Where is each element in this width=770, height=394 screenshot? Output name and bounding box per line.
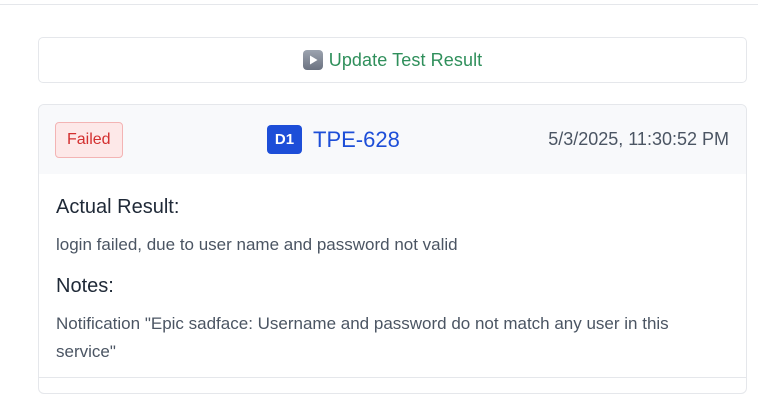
update-test-result-button[interactable]: Update Test Result: [38, 37, 747, 83]
bottom-divider: [38, 377, 747, 378]
issue-key-link[interactable]: TPE-628: [313, 127, 400, 153]
notes-title: Notes:: [56, 275, 114, 297]
top-divider: [0, 4, 758, 5]
play-icon: [302, 50, 323, 70]
card-body: Actual Result: login failed, due to user…: [39, 174, 746, 366]
card-header: Failed D1 TPE-628 5/3/2025, 11:30:52 PM: [39, 105, 746, 174]
status-badge: Failed: [55, 122, 123, 158]
issue-link-group[interactable]: D1 TPE-628: [267, 125, 400, 154]
actual-result-text: login failed, due to user name and passw…: [56, 235, 458, 254]
notes-section: Notes: Notification "Epic sadface: Usern…: [56, 275, 729, 366]
result-timestamp: 5/3/2025, 11:30:52 PM: [548, 129, 729, 149]
update-button-label: Update Test Result: [328, 49, 483, 70]
actual-result-section: Actual Result: login failed, due to user…: [56, 196, 729, 259]
notes-text: Notification "Epic sadface: Username and…: [56, 314, 669, 361]
actual-result-title: Actual Result:: [56, 196, 180, 218]
issue-type-badge: D1: [267, 125, 302, 154]
test-result-card: Failed D1 TPE-628 5/3/2025, 11:30:52 PM …: [38, 104, 747, 394]
